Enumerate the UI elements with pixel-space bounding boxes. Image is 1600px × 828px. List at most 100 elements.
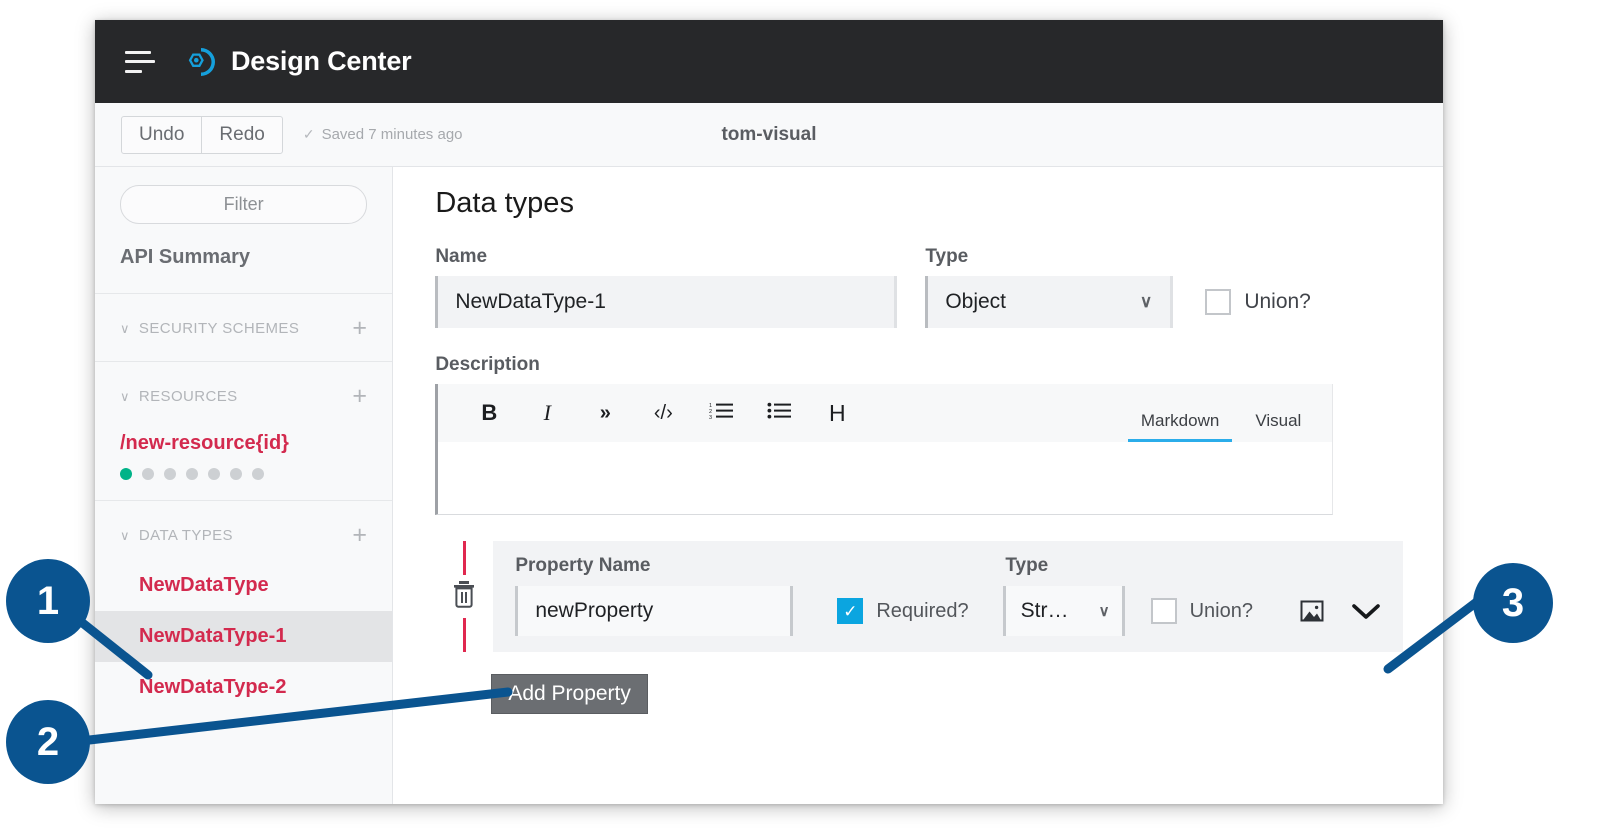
description-block: Description B I » ‹/› 1 2 3 (435, 354, 1403, 515)
sidebar-section-resources: ∨ RESOURCES + /new-resource{id} (95, 361, 392, 500)
check-icon: ✓ (303, 126, 315, 143)
property-row: Property Name Type newProperty ✓ Require… (435, 541, 1403, 652)
annotation-badge-2: 2 (6, 700, 90, 784)
union-label: Union? (1244, 290, 1311, 314)
property-labels: Property Name Type (493, 555, 1403, 577)
saved-status: ✓ Saved 7 minutes ago (303, 126, 463, 143)
tab-markdown[interactable]: Markdown (1128, 405, 1232, 442)
undo-redo-group: Undo Redo (121, 116, 283, 154)
add-security-scheme-icon[interactable]: + (352, 316, 367, 341)
resource-method-dot (230, 468, 242, 480)
hamburger-line (125, 70, 142, 73)
redo-button[interactable]: Redo (201, 117, 281, 153)
chevron-down-icon[interactable] (1351, 601, 1381, 621)
sidebar-item-newdatatype-1[interactable]: NewDataType-1 (95, 611, 392, 662)
resource-method-dot (252, 468, 264, 480)
hamburger-line (125, 51, 151, 54)
description-label: Description (435, 354, 1403, 376)
sidebar-section-data-types: ∨ DATA TYPES + NewDataType NewDataType-1… (95, 500, 392, 713)
resource-method-dots (120, 468, 367, 480)
annotation-badge-3: 3 (1473, 563, 1553, 643)
property-name-label: Property Name (515, 555, 1005, 577)
sidebar-item-newdatatype-2[interactable]: NewDataType-2 (95, 662, 392, 713)
ordered-list-icon[interactable]: 1 2 3 (692, 400, 750, 426)
image-placeholder-icon[interactable] (1299, 598, 1325, 624)
description-editor: B I » ‹/› 1 2 3 (435, 384, 1333, 515)
undo-button[interactable]: Undo (122, 117, 201, 153)
app-window: Design Center Undo Redo ✓ Saved 7 minute… (95, 20, 1443, 804)
type-select-value: Object (945, 290, 1006, 314)
name-field-group: Name NewDataType-1 (435, 246, 897, 328)
property-type-value: Str… (1021, 599, 1069, 623)
name-input[interactable]: NewDataType-1 (435, 276, 897, 328)
editor-mode-tabs: Markdown Visual (1128, 405, 1314, 442)
chevron-down-icon[interactable]: ∨ (120, 389, 130, 405)
resource-method-dot (208, 468, 220, 480)
sidebar: Filter API Summary ∨ SECURITY SCHEMES + … (95, 167, 393, 804)
bold-icon[interactable]: B (460, 400, 518, 426)
sidebar-item-api-summary[interactable]: API Summary (95, 224, 392, 293)
editor-toolbar: B I » ‹/› 1 2 3 (438, 384, 1332, 442)
hamburger-line (125, 60, 155, 63)
add-data-type-icon[interactable]: + (352, 523, 367, 548)
resources-header[interactable]: ∨ RESOURCES + (120, 384, 367, 409)
union-checkbox[interactable] (1205, 289, 1231, 315)
quote-icon[interactable]: » (576, 402, 634, 425)
filter-input[interactable]: Filter (120, 185, 367, 224)
tab-visual[interactable]: Visual (1242, 405, 1314, 442)
gutter-line-top (463, 541, 466, 575)
sidebar-item-resource[interactable]: /new-resource{id} (120, 432, 367, 455)
property-fields: newProperty ✓ Required? Str… ∨ Union? (493, 577, 1403, 636)
data-types-header[interactable]: ∨ DATA TYPES + (95, 523, 392, 548)
required-label: Required? (876, 600, 968, 623)
sidebar-section-security-schemes: ∨ SECURITY SCHEMES + (95, 293, 392, 361)
code-icon[interactable]: ‹/› (634, 402, 692, 425)
union-field-group: Union? (1205, 276, 1311, 328)
design-center-logo (181, 45, 215, 79)
svg-text:3: 3 (709, 415, 712, 420)
resource-method-dot (186, 468, 198, 480)
app-title: Design Center (231, 46, 411, 77)
security-schemes-label: SECURITY SCHEMES (139, 320, 299, 337)
filter-placeholder: Filter (224, 194, 264, 215)
saved-status-text: Saved 7 minutes ago (322, 126, 463, 143)
add-resource-icon[interactable]: + (352, 384, 367, 409)
description-textarea[interactable] (438, 442, 1332, 514)
toolbar: Undo Redo ✓ Saved 7 minutes ago tom-visu… (95, 103, 1443, 167)
required-group: ✓ Required? (837, 598, 968, 624)
chevron-down-icon[interactable]: ∨ (120, 321, 130, 337)
data-types-label: DATA TYPES (139, 527, 233, 544)
chevron-down-icon[interactable]: ∨ (120, 528, 130, 544)
hamburger-icon[interactable] (125, 51, 155, 73)
trash-icon[interactable] (450, 579, 478, 614)
chevron-down-icon[interactable]: ∨ (1140, 292, 1152, 312)
italic-icon[interactable]: I (518, 400, 576, 426)
property-name-input[interactable]: newProperty (515, 586, 793, 636)
type-select[interactable]: Object ∨ (925, 276, 1173, 328)
required-checkbox[interactable]: ✓ (837, 598, 863, 624)
resource-method-dot (142, 468, 154, 480)
resource-method-dot (120, 468, 132, 480)
property-gutter (435, 541, 493, 652)
gutter-line-bottom (463, 618, 466, 652)
chevron-down-icon[interactable]: ∨ (1099, 602, 1110, 620)
unordered-list-icon[interactable] (750, 400, 808, 426)
property-card: Property Name Type newProperty ✓ Require… (493, 541, 1403, 652)
main-panel: Data types Name NewDataType-1 Type Objec… (393, 167, 1443, 804)
page-title: Data types (435, 187, 1403, 220)
type-field-group: Type Object ∨ (925, 246, 1173, 328)
property-union-label: Union? (1190, 600, 1253, 623)
resources-label: RESOURCES (139, 388, 238, 405)
property-union-checkbox[interactable] (1151, 598, 1177, 624)
name-type-row: Name NewDataType-1 Type Object ∨ Union? (435, 246, 1403, 328)
property-type-label: Type (1005, 555, 1048, 577)
add-property-button[interactable]: Add Property (491, 674, 648, 714)
body-split: Filter API Summary ∨ SECURITY SCHEMES + … (95, 167, 1443, 804)
sidebar-item-newdatatype[interactable]: NewDataType (95, 560, 392, 611)
property-union-group: Union? (1151, 598, 1253, 624)
project-name: tom-visual (95, 124, 1443, 146)
annotation-badge-1: 1 (6, 559, 90, 643)
heading-icon[interactable]: H (808, 400, 866, 427)
security-schemes-header[interactable]: ∨ SECURITY SCHEMES + (120, 316, 367, 341)
property-type-select[interactable]: Str… ∨ (1003, 586, 1125, 636)
